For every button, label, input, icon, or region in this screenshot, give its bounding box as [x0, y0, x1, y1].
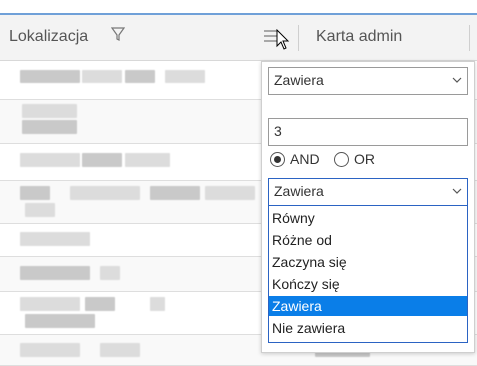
redacted-cell [25, 203, 55, 217]
column-header-karta-admin[interactable]: Karta admin [316, 28, 402, 46]
condition-select-2[interactable]: Zawiera [268, 178, 468, 206]
column-header-lokalizacja[interactable]: Lokalizacja [9, 28, 88, 46]
redacted-cell [20, 70, 80, 83]
redacted-cell [82, 70, 122, 83]
condition-dropdown-list: Równy Różne od Zaczyna się Kończy się Za… [268, 205, 468, 343]
redacted-cell [85, 297, 115, 311]
radio-or-label[interactable]: OR [354, 151, 375, 167]
redacted-cell [100, 343, 140, 357]
redacted-cell [20, 297, 80, 311]
radio-and[interactable] [270, 152, 285, 167]
column-filter-popup: Zawiera 3 AND OR Zawiera Równy Różne od … [261, 61, 475, 353]
redacted-cell [20, 232, 90, 246]
dropdown-option-zaczyna-sie[interactable]: Zaczyna się [269, 252, 467, 272]
condition-select-1[interactable]: Zawiera [268, 67, 468, 95]
filter-value-text: 3 [274, 123, 282, 139]
redacted-cell [20, 186, 50, 200]
dropdown-option-rowny[interactable]: Równy [269, 208, 467, 228]
column-divider[interactable] [469, 25, 470, 51]
data-grid: Lokalizacja Karta admin Zawiera 3 AND OR… [0, 13, 477, 366]
dropdown-option-konczy-sie[interactable]: Kończy się [269, 274, 467, 294]
radio-or[interactable] [334, 152, 349, 167]
dropdown-option-rozne-od[interactable]: Różne od [269, 230, 467, 250]
filter-value-input[interactable]: 3 [268, 118, 468, 146]
top-strip [0, 0, 477, 13]
redacted-cell [25, 314, 95, 328]
column-divider[interactable] [298, 25, 299, 51]
chevron-down-icon [452, 77, 462, 83]
redacted-cell [20, 153, 80, 167]
redacted-cell [100, 266, 120, 280]
redacted-cell [82, 153, 122, 167]
filter-icon[interactable] [111, 26, 125, 42]
dropdown-option-zawiera[interactable]: Zawiera [269, 296, 467, 316]
mouse-cursor-icon [276, 29, 290, 50]
redacted-cell [205, 186, 255, 200]
redacted-cell [125, 153, 170, 167]
redacted-cell [165, 70, 205, 83]
redacted-cell [20, 266, 90, 280]
radio-and-label[interactable]: AND [290, 151, 320, 167]
redacted-cell [20, 343, 80, 357]
condition-select-1-value: Zawiera [274, 72, 324, 88]
condition-select-2-value: Zawiera [274, 183, 324, 199]
dropdown-option-nie-zawiera[interactable]: Nie zawiera [269, 318, 467, 338]
redacted-cell [150, 186, 200, 200]
chevron-down-icon [452, 188, 462, 194]
redacted-cell [125, 70, 155, 83]
redacted-cell [70, 186, 140, 200]
grid-header: Lokalizacja Karta admin [0, 15, 477, 61]
redacted-cell [22, 120, 77, 134]
redacted-cell [150, 297, 165, 311]
redacted-cell [22, 104, 77, 118]
